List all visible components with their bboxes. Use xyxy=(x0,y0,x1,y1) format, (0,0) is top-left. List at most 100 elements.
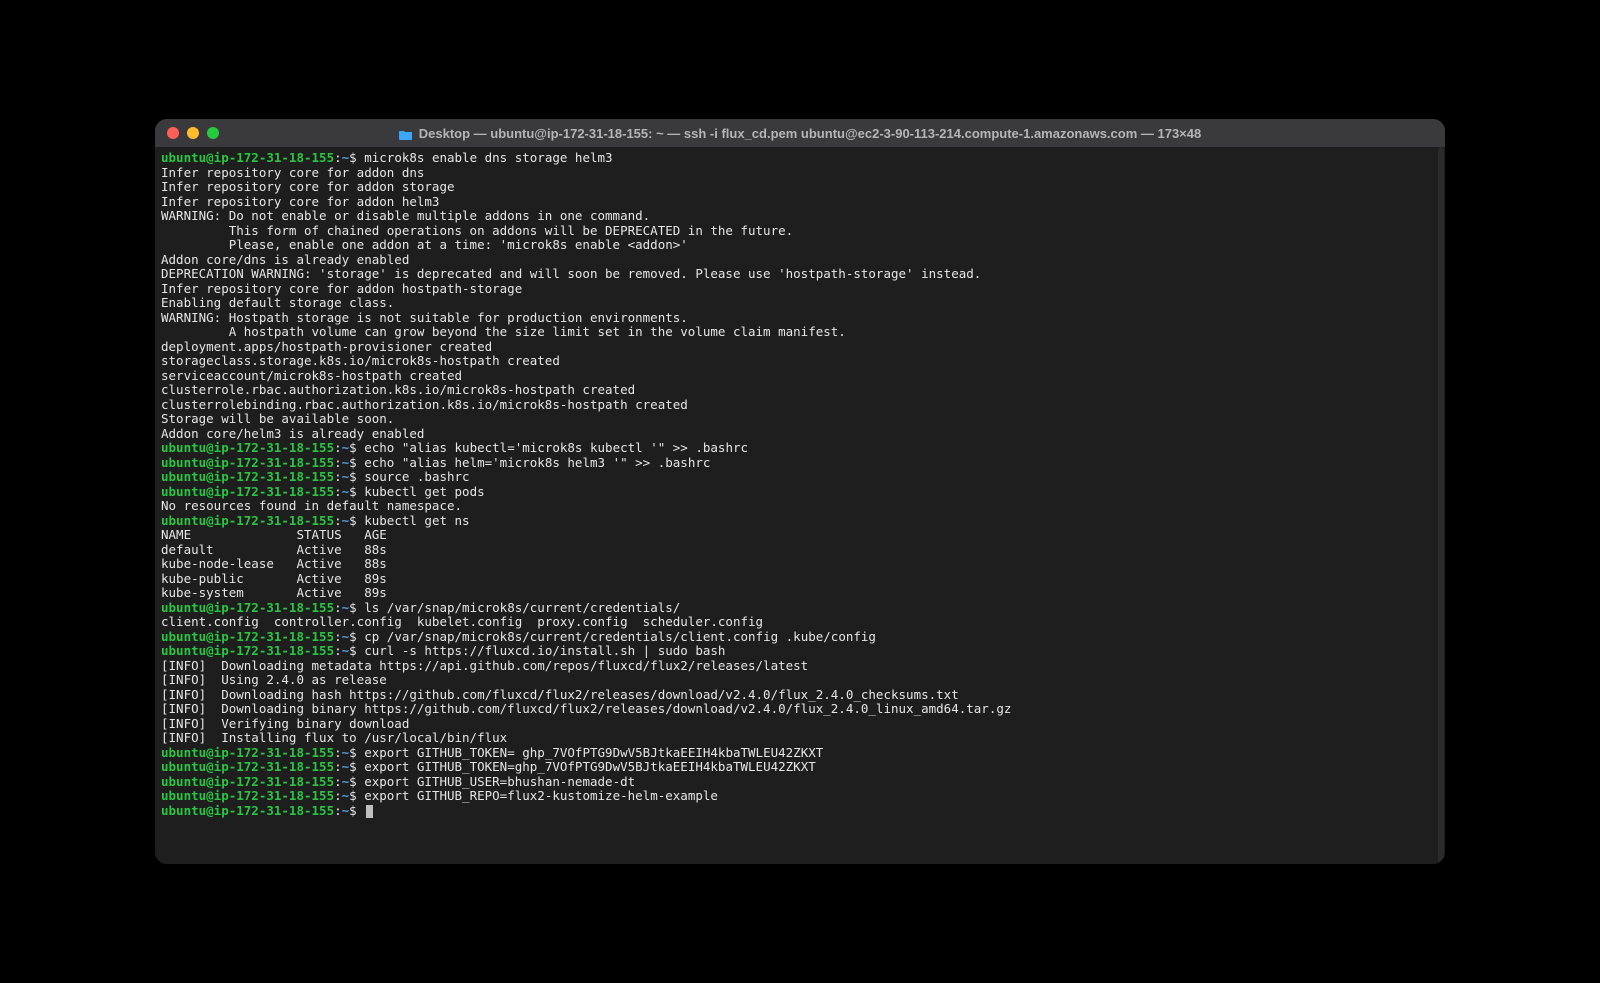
prompt-sep: : xyxy=(334,513,342,528)
terminal-line: kube-system Active 89s xyxy=(161,586,1439,601)
prompt-sep: : xyxy=(334,788,342,803)
command-text: cp /var/snap/microk8s/current/credential… xyxy=(364,629,876,644)
prompt-user-host: ubuntu@ip-172-31-18-155 xyxy=(161,759,334,774)
terminal-body[interactable]: ubuntu@ip-172-31-18-155:~$ microk8s enab… xyxy=(155,147,1445,864)
terminal-line: kube-node-lease Active 88s xyxy=(161,557,1439,572)
prompt-symbol: $ xyxy=(349,469,364,484)
prompt-user-host: ubuntu@ip-172-31-18-155 xyxy=(161,469,334,484)
terminal-line: ubuntu@ip-172-31-18-155:~$ export GITHUB… xyxy=(161,760,1439,775)
prompt-symbol: $ xyxy=(349,440,364,455)
prompt-user-host: ubuntu@ip-172-31-18-155 xyxy=(161,803,334,818)
output-text: serviceaccount/microk8s-hostpath created xyxy=(161,368,462,383)
prompt-symbol: $ xyxy=(349,600,364,615)
scrollbar-thumb[interactable] xyxy=(1438,147,1444,864)
close-button[interactable] xyxy=(167,127,179,139)
output-text: clusterrolebinding.rbac.authorization.k8… xyxy=(161,397,688,412)
prompt-symbol: $ xyxy=(349,788,364,803)
prompt-symbol: $ xyxy=(349,643,364,658)
terminal-line: [INFO] Using 2.4.0 as release xyxy=(161,673,1439,688)
prompt-sep: : xyxy=(334,774,342,789)
prompt-symbol: $ xyxy=(349,745,364,760)
output-text: deployment.apps/hostpath-provisioner cre… xyxy=(161,339,492,354)
command-text: curl -s https://fluxcd.io/install.sh | s… xyxy=(364,643,725,658)
output-text: Infer repository core for addon dns xyxy=(161,165,424,180)
terminal-line: ubuntu@ip-172-31-18-155:~$ source .bashr… xyxy=(161,470,1439,485)
terminal-line: DEPRECATION WARNING: 'storage' is deprec… xyxy=(161,267,1439,282)
terminal-line: ubuntu@ip-172-31-18-155:~$ kubectl get p… xyxy=(161,485,1439,500)
output-text: WARNING: Do not enable or disable multip… xyxy=(161,208,650,223)
prompt-user-host: ubuntu@ip-172-31-18-155 xyxy=(161,484,334,499)
prompt-sep: : xyxy=(334,643,342,658)
prompt-symbol: $ xyxy=(349,150,364,165)
prompt-symbol: $ xyxy=(349,513,364,528)
terminal-line: [INFO] Installing flux to /usr/local/bin… xyxy=(161,731,1439,746)
output-text: client.config controller.config kubelet.… xyxy=(161,614,763,629)
terminal-content[interactable]: ubuntu@ip-172-31-18-155:~$ microk8s enab… xyxy=(161,151,1439,818)
command-text: export GITHUB_REPO=flux2-kustomize-helm-… xyxy=(364,788,718,803)
output-text: This form of chained operations on addon… xyxy=(161,223,793,238)
window-title: Desktop — ubuntu@ip-172-31-18-155: ~ — s… xyxy=(219,126,1381,141)
prompt-symbol: $ xyxy=(349,484,364,499)
terminal-line: default Active 88s xyxy=(161,543,1439,558)
prompt-sep: : xyxy=(334,455,342,470)
output-text: [INFO] Downloading metadata https://api.… xyxy=(161,658,808,673)
prompt-sep: : xyxy=(334,150,342,165)
terminal-line: ubuntu@ip-172-31-18-155:~$ curl -s https… xyxy=(161,644,1439,659)
terminal-line: WARNING: Do not enable or disable multip… xyxy=(161,209,1439,224)
terminal-line: NAME STATUS AGE xyxy=(161,528,1439,543)
minimize-button[interactable] xyxy=(187,127,199,139)
output-text: [INFO] Verifying binary download xyxy=(161,716,409,731)
output-text: kube-node-lease Active 88s xyxy=(161,556,387,571)
output-text: Infer repository core for addon hostpath… xyxy=(161,281,522,296)
terminal-line: ubuntu@ip-172-31-18-155:~$ xyxy=(161,804,1439,819)
prompt-user-host: ubuntu@ip-172-31-18-155 xyxy=(161,788,334,803)
terminal-line: ubuntu@ip-172-31-18-155:~$ ls /var/snap/… xyxy=(161,601,1439,616)
prompt-sep: : xyxy=(334,745,342,760)
terminal-line: ubuntu@ip-172-31-18-155:~$ microk8s enab… xyxy=(161,151,1439,166)
prompt-sep: : xyxy=(334,469,342,484)
output-text: [INFO] Installing flux to /usr/local/bin… xyxy=(161,730,507,745)
prompt-symbol: $ xyxy=(349,759,364,774)
prompt-user-host: ubuntu@ip-172-31-18-155 xyxy=(161,643,334,658)
output-text: Addon core/dns is already enabled xyxy=(161,252,409,267)
prompt-user-host: ubuntu@ip-172-31-18-155 xyxy=(161,745,334,760)
output-text: storageclass.storage.k8s.io/microk8s-hos… xyxy=(161,353,560,368)
terminal-line: This form of chained operations on addon… xyxy=(161,224,1439,239)
prompt-sep: : xyxy=(334,759,342,774)
output-text: [INFO] Downloading hash https://github.c… xyxy=(161,687,959,702)
command-text: export GITHUB_TOKEN=ghp_7VOfPTG9DwV5BJtk… xyxy=(364,759,816,774)
terminal-line: Enabling default storage class. xyxy=(161,296,1439,311)
terminal-line: Addon core/helm3 is already enabled xyxy=(161,427,1439,442)
command-text: ls /var/snap/microk8s/current/credential… xyxy=(364,600,680,615)
command-text: export GITHUB_USER=bhushan-nemade-dt xyxy=(364,774,635,789)
terminal-line: deployment.apps/hostpath-provisioner cre… xyxy=(161,340,1439,355)
output-text: Storage will be available soon. xyxy=(161,411,394,426)
prompt-user-host: ubuntu@ip-172-31-18-155 xyxy=(161,455,334,470)
terminal-line: clusterrolebinding.rbac.authorization.k8… xyxy=(161,398,1439,413)
terminal-line: client.config controller.config kubelet.… xyxy=(161,615,1439,630)
prompt-user-host: ubuntu@ip-172-31-18-155 xyxy=(161,150,334,165)
terminal-line: [INFO] Downloading binary https://github… xyxy=(161,702,1439,717)
output-text: kube-public Active 89s xyxy=(161,571,387,586)
prompt-symbol: $ xyxy=(349,803,364,818)
terminal-line: serviceaccount/microk8s-hostpath created xyxy=(161,369,1439,384)
scrollbar[interactable] xyxy=(1438,147,1444,864)
output-text: WARNING: Hostpath storage is not suitabl… xyxy=(161,310,688,325)
prompt-sep: : xyxy=(334,484,342,499)
terminal-line: ubuntu@ip-172-31-18-155:~$ echo "alias k… xyxy=(161,441,1439,456)
terminal-line: Addon core/dns is already enabled xyxy=(161,253,1439,268)
terminal-line: ubuntu@ip-172-31-18-155:~$ echo "alias h… xyxy=(161,456,1439,471)
output-text: Infer repository core for addon helm3 xyxy=(161,194,439,209)
output-text: Enabling default storage class. xyxy=(161,295,394,310)
traffic-lights xyxy=(167,127,219,139)
prompt-symbol: $ xyxy=(349,455,364,470)
output-text: [INFO] Downloading binary https://github… xyxy=(161,701,1011,716)
prompt-symbol: $ xyxy=(349,629,364,644)
command-text: kubectl get pods xyxy=(364,484,484,499)
terminal-line: ubuntu@ip-172-31-18-155:~$ kubectl get n… xyxy=(161,514,1439,529)
zoom-button[interactable] xyxy=(207,127,219,139)
terminal-line: Infer repository core for addon storage xyxy=(161,180,1439,195)
prompt-sep: : xyxy=(334,629,342,644)
terminal-line: ubuntu@ip-172-31-18-155:~$ export GITHUB… xyxy=(161,775,1439,790)
output-text: Addon core/helm3 is already enabled xyxy=(161,426,424,441)
